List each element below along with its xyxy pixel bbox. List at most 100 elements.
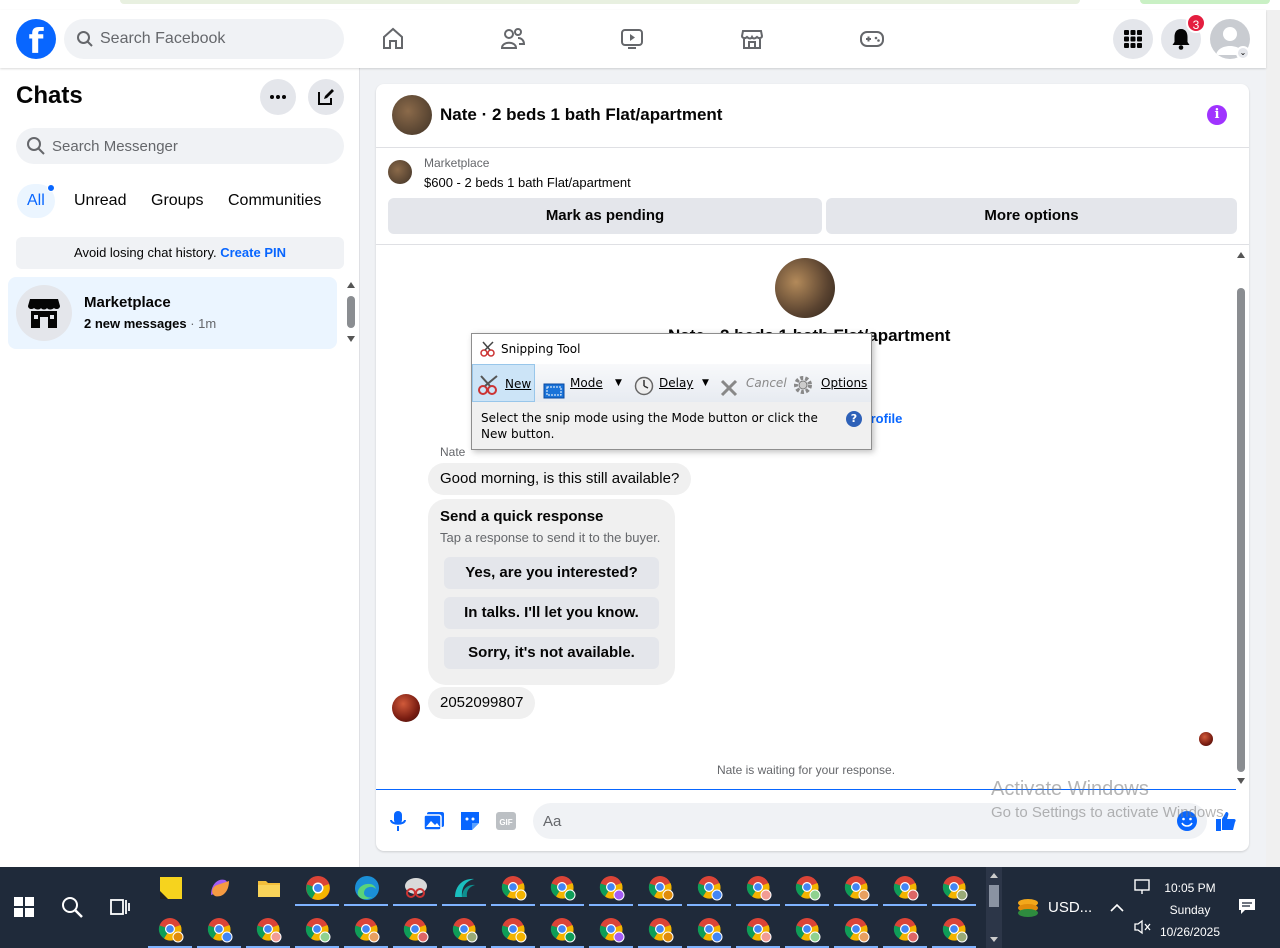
snipping-tool-titlebar[interactable]: Snipping Tool — [472, 334, 871, 364]
open-window-indicator — [589, 904, 633, 906]
friends-icon[interactable] — [493, 19, 533, 59]
bell-icon — [1172, 29, 1190, 50]
message-bubble: Good morning, is this still available? — [428, 463, 692, 495]
chrome-profile-icon[interactable] — [501, 917, 527, 943]
chrome-profile-icon[interactable] — [648, 875, 674, 901]
clock-date: 10/26/2025 — [1159, 925, 1221, 939]
taskbar-scrollbar[interactable] — [986, 867, 1002, 948]
conversation-title[interactable]: Nate · 2 beds 1 bath Flat/apartment — [440, 105, 722, 125]
dropdown-arrow-icon[interactable]: ▼ — [702, 364, 709, 402]
help-icon[interactable]: ? — [846, 411, 862, 427]
open-window-indicator — [834, 904, 878, 906]
chat-item-marketplace[interactable]: Marketplace 2 new messages · 1m — [8, 277, 337, 349]
listing-thumbnail[interactable] — [392, 95, 432, 135]
app-swirl-icon[interactable] — [452, 875, 478, 901]
chrome-profile-icon[interactable] — [844, 917, 870, 943]
snip-new-button[interactable]: New — [472, 364, 535, 402]
chrome-profile-icon[interactable] — [893, 875, 919, 901]
chrome-profile-icon[interactable] — [354, 917, 380, 943]
chrome-profile-icon[interactable] — [207, 917, 233, 943]
facebook-search-input[interactable] — [100, 19, 330, 59]
menu-grid-button[interactable] — [1113, 19, 1153, 59]
sticker-icon[interactable] — [458, 809, 482, 833]
chrome-profile-icon[interactable] — [550, 875, 576, 901]
quick-response-in-talks[interactable]: In talks. I'll let you know. — [444, 597, 659, 629]
chrome-profile-icon[interactable] — [648, 917, 674, 943]
filter-groups[interactable]: Groups — [141, 184, 213, 218]
microphone-icon[interactable] — [386, 809, 410, 833]
watch-icon[interactable] — [612, 19, 652, 59]
tray-app-label[interactable]: USD... — [1048, 899, 1092, 916]
page-scrollbar[interactable] — [1266, 10, 1280, 867]
sidebar-scroll-thumb[interactable] — [347, 296, 355, 328]
chat-options-button[interactable] — [260, 79, 296, 115]
snip-mode-button[interactable]: Mode ▼ — [543, 364, 627, 402]
chrome-profile-icon[interactable] — [795, 875, 821, 901]
chevron-up-icon[interactable] — [1110, 900, 1124, 918]
conversation-scrollbar[interactable] — [1234, 248, 1248, 788]
edge-icon[interactable] — [354, 875, 380, 901]
snip-delay-button[interactable]: Delay ▼ — [634, 364, 714, 402]
messenger-search-input[interactable] — [52, 128, 332, 164]
chrome-icon[interactable] — [305, 875, 331, 901]
gaming-icon[interactable] — [852, 19, 892, 59]
messenger-search[interactable] — [16, 128, 344, 164]
chrome-profile-icon[interactable] — [893, 917, 919, 943]
dropdown-arrow-icon[interactable]: ▼ — [615, 364, 622, 402]
filter-communities[interactable]: Communities — [218, 184, 331, 218]
chrome-profile-icon[interactable] — [942, 917, 968, 943]
more-options-button[interactable]: More options — [826, 198, 1237, 234]
snip-options-label: Options — [821, 376, 868, 390]
chrome-profile-icon[interactable] — [844, 875, 870, 901]
taskbar-clock[interactable]: 10:05 PM Sunday 10/26/2025 — [1150, 877, 1230, 943]
chevron-down-icon[interactable]: ⌄ — [1236, 46, 1250, 60]
chrome-profile-icon[interactable] — [501, 875, 527, 901]
mark-pending-button[interactable]: Mark as pending — [388, 198, 822, 234]
volume-muted-icon[interactable] — [1133, 919, 1151, 940]
chrome-profile-icon[interactable] — [403, 917, 429, 943]
conversation-panel: Nate · 2 beds 1 bath Flat/apartment i Ma… — [376, 84, 1249, 851]
chrome-profile-icon[interactable] — [746, 875, 772, 901]
chrome-profile-icon[interactable] — [599, 875, 625, 901]
facebook-logo[interactable]: f — [16, 19, 56, 59]
taskbar-search-icon[interactable] — [60, 895, 84, 924]
taskbar-scroll-thumb[interactable] — [989, 885, 999, 907]
currency-app-icon[interactable] — [1016, 897, 1040, 924]
listing-summary[interactable]: $600 - 2 beds 1 bath Flat/apartment — [424, 175, 631, 190]
chrome-profile-icon[interactable] — [697, 917, 723, 943]
facebook-search[interactable] — [64, 19, 344, 59]
sticky-notes-icon[interactable] — [158, 875, 184, 901]
file-explorer-icon[interactable] — [256, 875, 282, 901]
chrome-profile-icon[interactable] — [942, 875, 968, 901]
quick-response-yes[interactable]: Yes, are you interested? — [444, 557, 659, 589]
marketplace-icon[interactable] — [732, 19, 772, 59]
chrome-profile-icon[interactable] — [158, 917, 184, 943]
copilot-icon[interactable] — [207, 875, 233, 901]
windows-start-icon[interactable] — [12, 895, 36, 924]
create-pin-link[interactable]: Create PIN — [220, 245, 286, 260]
photo-icon[interactable] — [422, 809, 446, 833]
network-icon[interactable] — [1133, 879, 1151, 900]
new-message-button[interactable] — [308, 79, 344, 115]
chrome-profile-icon[interactable] — [746, 917, 772, 943]
chrome-profile-icon[interactable] — [550, 917, 576, 943]
notification-center-icon[interactable] — [1238, 897, 1256, 920]
snip-options-button[interactable]: Options — [792, 364, 868, 402]
conversation-scroll-thumb[interactable] — [1237, 288, 1245, 772]
chrome-profile-icon[interactable] — [452, 917, 478, 943]
chrome-profile-icon[interactable] — [256, 917, 282, 943]
task-view-icon[interactable] — [108, 895, 132, 924]
home-icon[interactable] — [373, 19, 413, 59]
chat-preview: 2 new messages · 1m — [84, 316, 216, 331]
sender-avatar[interactable] — [392, 694, 420, 722]
chrome-profile-icon[interactable] — [305, 917, 331, 943]
info-icon[interactable]: i — [1207, 105, 1227, 125]
chrome-profile-icon[interactable] — [599, 917, 625, 943]
filter-unread[interactable]: Unread — [64, 184, 136, 218]
chrome-profile-icon[interactable] — [697, 875, 723, 901]
gif-icon[interactable]: GIF — [494, 809, 518, 833]
sidebar-scrollbar[interactable] — [345, 282, 357, 346]
quick-response-sorry[interactable]: Sorry, it's not available. — [444, 637, 659, 669]
snipping-tool-icon[interactable] — [403, 875, 429, 901]
chrome-profile-icon[interactable] — [795, 917, 821, 943]
